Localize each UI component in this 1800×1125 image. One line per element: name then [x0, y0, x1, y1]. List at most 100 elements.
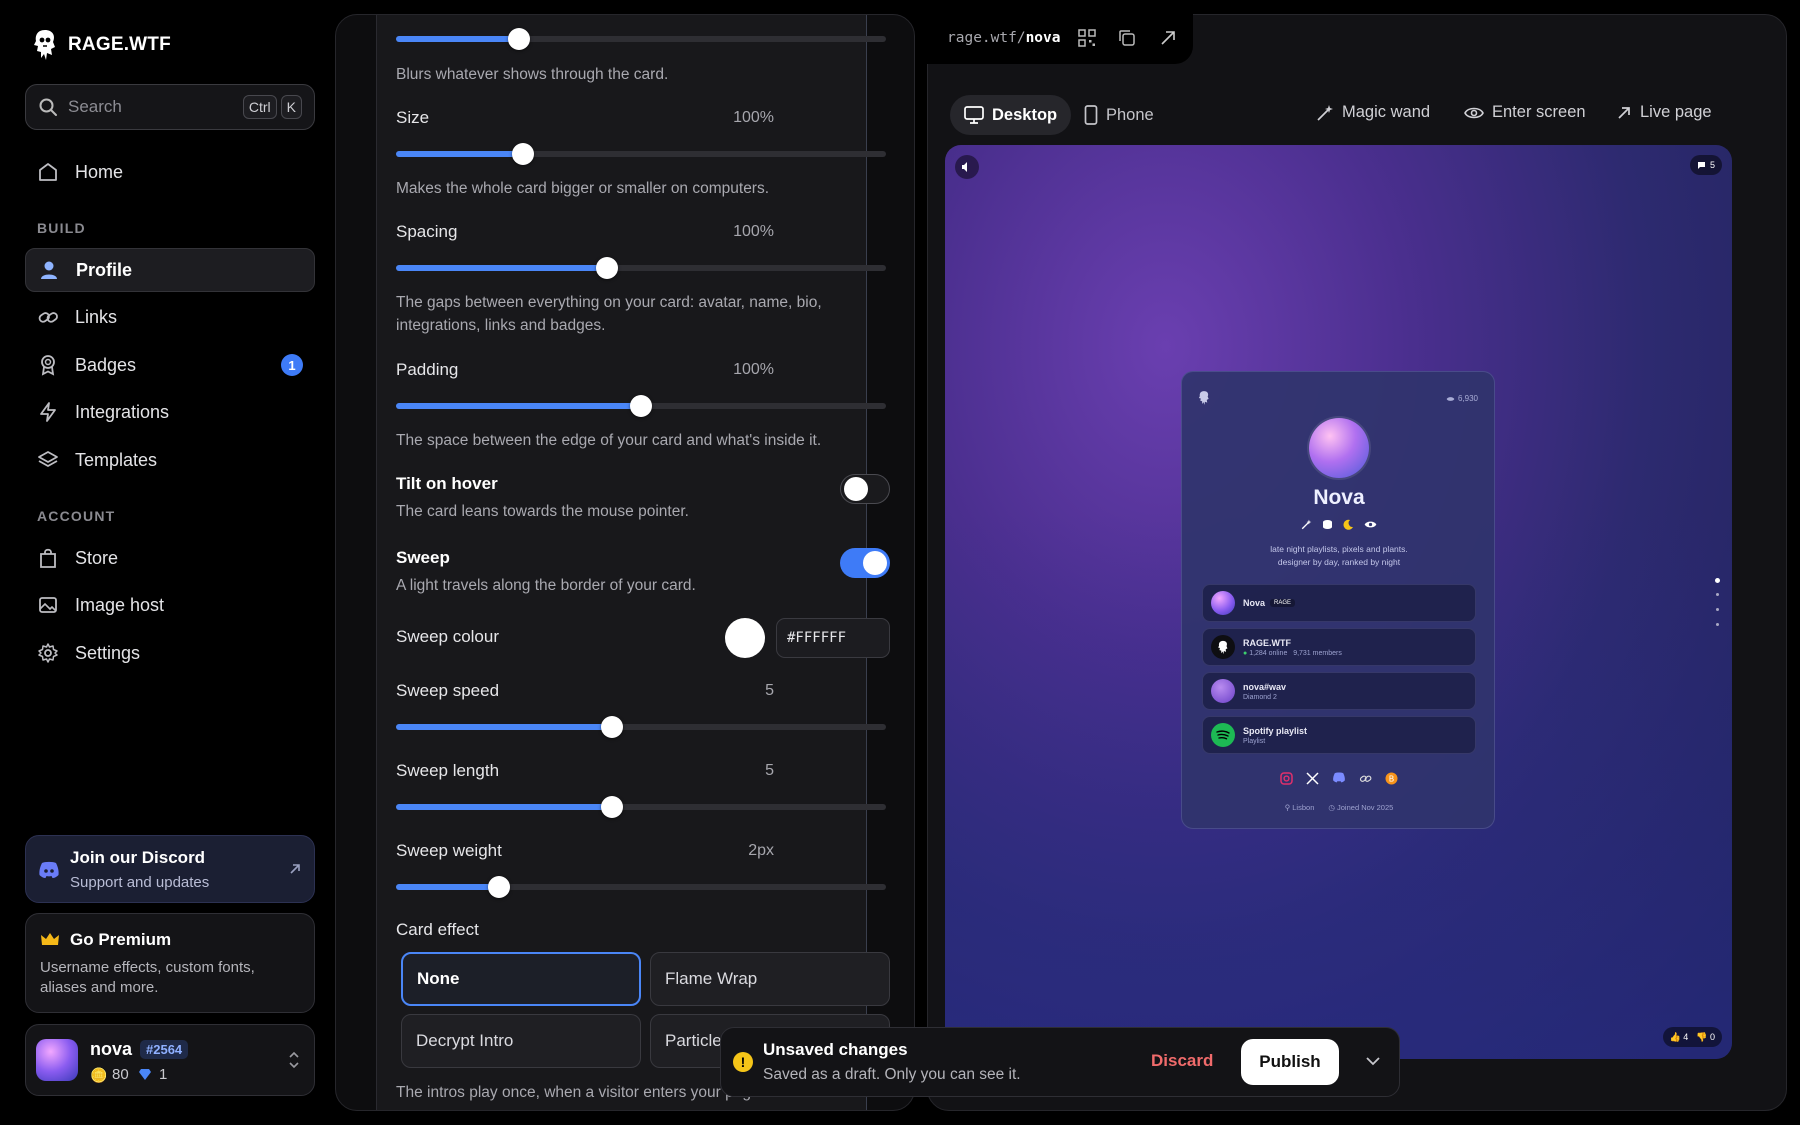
comments-count-badge[interactable]: 5: [1689, 155, 1722, 175]
qr-code-icon[interactable]: [1078, 29, 1096, 47]
instagram-icon[interactable]: [1280, 772, 1293, 785]
server-avatar: [1211, 635, 1235, 659]
open-external-icon[interactable]: [1159, 29, 1177, 47]
tilt-toggle[interactable]: [840, 474, 890, 504]
dislike-button[interactable]: 👎 0: [1696, 1032, 1715, 1043]
size-slider[interactable]: [396, 143, 886, 165]
sweep-toggle[interactable]: [840, 548, 890, 578]
sidebar-item-badges[interactable]: Badges 1: [25, 343, 315, 387]
comments-count: 5: [1709, 160, 1715, 170]
live-page-button[interactable]: Live page: [1616, 103, 1712, 122]
bitcoin-icon[interactable]: B: [1385, 772, 1398, 785]
card-link-row[interactable]: nova#wav Diamond 2: [1202, 672, 1476, 710]
monitor-icon: [964, 106, 984, 124]
coin-icon: 🪙: [90, 1067, 108, 1083]
sidebar-item-profile[interactable]: Profile: [25, 248, 315, 292]
tilt-description: The card leans towards the mouse pointer…: [396, 503, 689, 520]
badges-count-badge: 1: [281, 354, 303, 376]
user-account-card[interactable]: nova #2564 🪙 80 1: [25, 1024, 315, 1096]
sidebar-item-store[interactable]: Store: [25, 536, 315, 580]
scroll-dot-active[interactable]: [1715, 578, 1720, 583]
award-icon: [37, 354, 59, 376]
joined-text: Joined Nov 2025: [1337, 803, 1394, 812]
effect-option-flame-wrap[interactable]: Flame Wrap: [650, 952, 890, 1006]
server-tag: RAGE: [1270, 599, 1296, 607]
go-premium-card[interactable]: Go Premium Username effects, custom font…: [25, 913, 315, 1013]
mute-button[interactable]: [955, 155, 979, 179]
sweep-colour-label: Sweep colour: [396, 627, 500, 646]
search-icon: [39, 98, 57, 116]
location-text: Lisbon: [1292, 803, 1315, 812]
link-row-title: nova#wav: [1243, 681, 1287, 692]
sweep-speed-slider[interactable]: [396, 716, 886, 738]
tab-desktop[interactable]: Desktop: [950, 95, 1072, 135]
link-row-title: Spotify playlist: [1243, 725, 1308, 736]
discard-button[interactable]: Discard: [1151, 1051, 1213, 1071]
spacing-slider[interactable]: [396, 257, 886, 279]
app-name: RAGE.WTF: [68, 34, 171, 55]
sidebar: RAGE.WTF Search Ctrl K Home BUILD Profil…: [0, 0, 334, 1125]
live-page-label: Live page: [1640, 103, 1712, 121]
magic-wand-badge-icon: [1301, 519, 1312, 530]
social-links: B: [1182, 772, 1496, 785]
profile-url[interactable]: rage.wtf/nova: [947, 30, 1061, 46]
join-discord-card[interactable]: Join our Discord Support and updates: [25, 835, 315, 903]
sweep-weight-label: Sweep weight: [396, 841, 502, 860]
card-link-row[interactable]: Spotify playlist Playlist: [1202, 716, 1476, 754]
view-count: 6,930: [1446, 394, 1478, 403]
game-avatar: [1211, 679, 1235, 703]
sweep-length-value: 5: [765, 762, 774, 779]
joined-item: ◷ Joined Nov 2025: [1328, 803, 1394, 812]
like-button[interactable]: 👍 4: [1670, 1032, 1689, 1043]
sidebar-item-home[interactable]: Home: [25, 150, 315, 194]
publish-button[interactable]: Publish: [1241, 1039, 1339, 1085]
sidebar-item-links[interactable]: Links: [25, 295, 315, 339]
sweep-description: A light travels along the border of your…: [396, 577, 696, 594]
discord-icon[interactable]: [1332, 772, 1346, 783]
copy-icon[interactable]: [1118, 29, 1136, 47]
link-row-subtitle: Playlist: [1243, 737, 1266, 745]
sidebar-item-integrations[interactable]: Integrations: [25, 390, 315, 434]
chevron-down-icon[interactable]: [1365, 1056, 1381, 1066]
size-label: Size: [396, 108, 430, 127]
gem-count: 1: [159, 1066, 168, 1083]
sweep-colour-swatch[interactable]: [725, 618, 765, 658]
search-input[interactable]: Search Ctrl K: [25, 84, 315, 130]
chevron-up-down-icon[interactable]: [288, 1051, 300, 1069]
sweep-speed-value: 5: [765, 682, 774, 699]
app-logo[interactable]: RAGE.WTF: [32, 28, 171, 62]
online-count: 1,284 online: [1249, 649, 1288, 657]
image-icon: [37, 594, 59, 616]
x-twitter-icon[interactable]: [1306, 772, 1319, 785]
unsaved-subtitle: Saved as a draft. Only you can see it.: [763, 1066, 1021, 1083]
preview-viewport[interactable]: 5 6,930 Nova late night playlists, pixel…: [945, 145, 1732, 1059]
sidebar-item-templates[interactable]: Templates: [25, 438, 315, 482]
search-placeholder: Search: [68, 97, 122, 116]
link-row-subtitle: ● 1,284 online 9,731 members: [1243, 649, 1342, 657]
effect-option-decrypt-intro[interactable]: Decrypt Intro: [401, 1014, 641, 1068]
card-link-row[interactable]: RAGE.WTF ● 1,284 online 9,731 members: [1202, 628, 1476, 666]
shortcut-ctrl-key: Ctrl: [242, 95, 277, 119]
sidebar-item-image-host[interactable]: Image host: [25, 583, 315, 627]
profile-bio-line: designer by day, ranked by night: [1277, 557, 1401, 567]
sidebar-item-label: Image host: [75, 594, 165, 615]
scroll-dot[interactable]: [1716, 608, 1719, 611]
sidebar-item-settings[interactable]: Settings: [25, 631, 315, 675]
scroll-dot[interactable]: [1716, 593, 1719, 596]
link-icon[interactable]: [1359, 772, 1372, 785]
magic-wand-button[interactable]: Magic wand: [1316, 103, 1430, 122]
premium-title: Go Premium: [70, 930, 172, 949]
enter-screen-button[interactable]: Enter screen: [1464, 103, 1586, 122]
sweep-weight-slider[interactable]: [396, 876, 886, 898]
effect-option-none[interactable]: None: [401, 952, 641, 1006]
padding-slider[interactable]: [396, 395, 886, 417]
shortcut-k-key: K: [280, 95, 302, 119]
magic-wand-label: Magic wand: [1342, 103, 1431, 121]
blur-slider[interactable]: [396, 28, 886, 50]
sweep-length-slider[interactable]: [396, 796, 886, 818]
tab-phone[interactable]: Phone: [1070, 95, 1168, 135]
scroll-dot[interactable]: [1716, 623, 1719, 626]
sweep-colour-hex-input[interactable]: #FFFFFF: [776, 618, 890, 658]
layers-icon: [37, 449, 59, 471]
card-link-row[interactable]: Nova RAGE: [1202, 584, 1476, 622]
